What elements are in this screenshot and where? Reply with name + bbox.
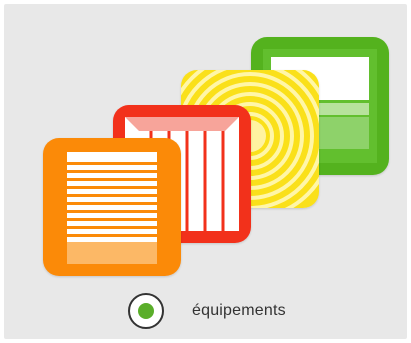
equipment-radio-label: équipements bbox=[192, 302, 286, 319]
equipment-tile-orange[interactable] bbox=[43, 138, 181, 276]
equipment-panel: équipements bbox=[4, 4, 407, 339]
radio-selected-dot bbox=[138, 303, 154, 319]
striped-shutter-icon bbox=[43, 138, 181, 276]
equipment-filter[interactable]: équipements bbox=[128, 291, 286, 331]
equipment-radio-button[interactable] bbox=[128, 293, 164, 329]
